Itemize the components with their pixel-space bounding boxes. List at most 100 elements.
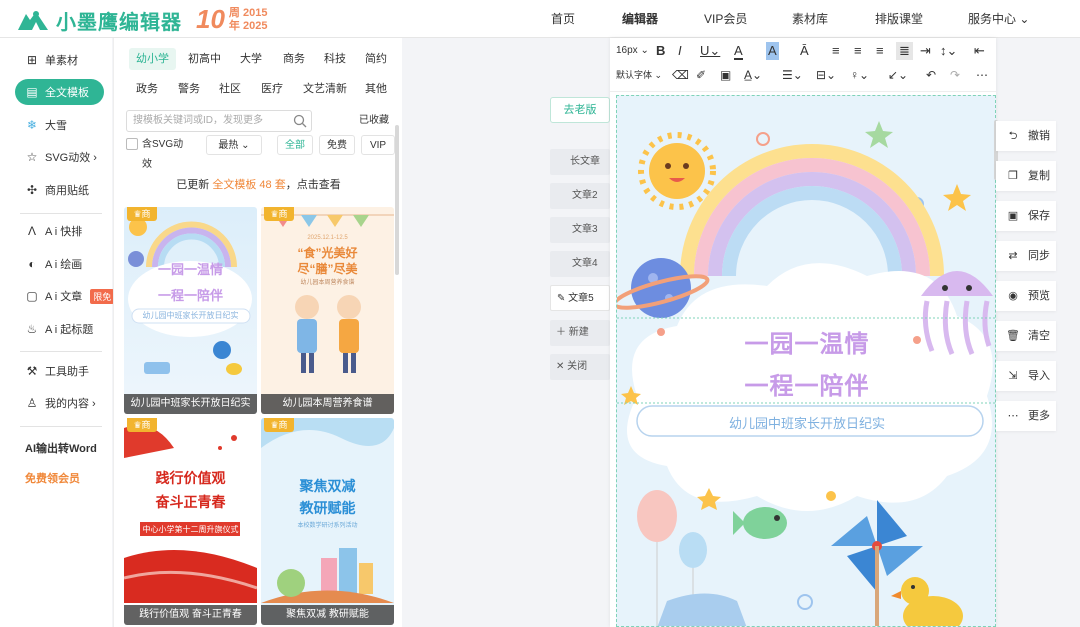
sidebar-item-free-vip[interactable]: 免费领会员 <box>25 465 115 491</box>
divider <box>20 351 102 352</box>
template-card[interactable]: 聚焦双减 教研赋能 本校数学研讨系列活动 ♛商 聚焦双减 教研赋能 <box>261 418 394 625</box>
article-canvas[interactable]: 一园一温情 一程一陪伴 幼儿园中班家长开放日纪实 <box>616 95 996 627</box>
text-spacing-icon[interactable]: A̲⌄ <box>744 66 762 84</box>
sidebar-item-single[interactable]: ⊞ 单素材 <box>25 47 115 73</box>
template-card[interactable]: 一园一温情 一程一陪伴 幼儿园中班家长开放日纪实 ♛商 幼儿园中班家长开放日纪实 <box>124 207 257 414</box>
category-primary[interactable]: 幼小学 <box>129 48 176 70</box>
import-button[interactable]: ⇲ 导入 <box>996 361 1056 391</box>
align-left-icon[interactable]: ≡ <box>832 42 840 60</box>
category-community[interactable]: 社区 <box>212 78 248 100</box>
underline-icon[interactable]: U⌄ <box>700 42 720 60</box>
category-highschool[interactable]: 初高中 <box>181 48 228 70</box>
highlight-color-icon[interactable]: A <box>766 42 779 60</box>
divider <box>20 213 102 214</box>
left-sidebar: ⊞ 单素材 ▤ 全文模板 ❄ 大雪 ☆ SVG动效 › ✣ 商用贴纸 Λ A i 快排 ◐ A… <box>0 38 115 627</box>
category-simple[interactable]: 简约 <box>358 48 394 70</box>
sidebar-item-tools[interactable]: ⚒ 工具助手 <box>25 358 115 384</box>
category-tech[interactable]: 科技 <box>317 48 353 70</box>
nav-home[interactable]: 首页 <box>551 0 575 38</box>
save-button[interactable]: ▣ 保存 <box>996 201 1056 231</box>
close-doc-button[interactable]: ✕ 关闭 <box>550 354 610 380</box>
format-painter-icon[interactable]: ✐ <box>696 66 706 84</box>
premium-badge: ♛商 <box>127 207 157 221</box>
template-card[interactable]: 2025.12.1-12.5 “食”光美好 尽“膳”尽美 幼儿园本周营养食谱 ♛… <box>261 207 394 414</box>
paragraph-spacing-icon[interactable]: ⊟⌄ <box>816 66 836 84</box>
logo[interactable]: 小墨鹰编辑器 <box>16 6 182 35</box>
filter-all[interactable]: 全部 <box>277 135 313 155</box>
category-business[interactable]: 商务 <box>276 48 312 70</box>
image-icon[interactable]: ▣ <box>720 66 731 84</box>
article-subtitle[interactable]: 幼儿园中班家长开放日纪实 <box>617 413 995 432</box>
doc-tab[interactable]: 文章4 <box>550 251 610 277</box>
filter-free[interactable]: 免费 <box>319 135 355 155</box>
template-search-input[interactable]: 搜模板关键词或ID，发现更多 <box>126 110 312 132</box>
new-doc-button[interactable]: ＋ 新建 <box>550 320 610 346</box>
export-icon[interactable]: ⇤ <box>974 42 985 60</box>
more-icon[interactable]: ⋯ <box>976 66 988 84</box>
sidebar-item-snow[interactable]: ❄ 大雪 <box>25 112 115 138</box>
nav-materials[interactable]: 素材库 <box>792 0 828 38</box>
search-icon[interactable] <box>293 114 307 128</box>
doc-tab-active[interactable]: ✎ 文章5 <box>550 285 610 311</box>
font-color-icon[interactable]: A <box>734 42 743 60</box>
link-icon[interactable]: ↙⌄ <box>888 66 908 84</box>
bold-icon[interactable]: B <box>656 42 665 60</box>
template-card[interactable]: 践行价值观 奋斗正青春 中心小学第十二周升旗仪式 ♛商 践行价值观 奋斗正青春 <box>124 418 257 625</box>
clear-format-icon[interactable]: Ā <box>800 42 809 60</box>
copy-button[interactable]: ❐ 复制 <box>996 161 1056 191</box>
article-title-line2[interactable]: 一程一陪伴 <box>617 366 995 401</box>
premium-label: 商 <box>141 209 151 219</box>
doc-tab[interactable]: 文章3 <box>550 217 610 243</box>
sidebar-item-stickers[interactable]: ✣ 商用贴纸 <box>25 177 115 203</box>
font-size-select[interactable]: 16px ⌄ <box>616 42 649 60</box>
sidebar-item-ai-article[interactable]: ▢ A i 文章 限免 <box>25 283 115 309</box>
more-button[interactable]: ⋯ 更多 <box>996 401 1056 431</box>
panel-scrollbar[interactable] <box>395 125 399 275</box>
category-medical[interactable]: 医疗 <box>254 78 290 100</box>
update-banner[interactable]: 已更新 全文模板 48 套，点击查看 <box>114 174 403 196</box>
emoji-icon[interactable]: ♀⌄ <box>850 66 869 84</box>
redo-icon[interactable]: ↷ <box>950 66 960 84</box>
nav-course[interactable]: 排版课堂 <box>875 0 923 38</box>
user-icon: ♙ <box>26 396 38 410</box>
article-title-line1[interactable]: 一园一温情 <box>617 324 995 359</box>
sidebar-item-ai-title[interactable]: ♨ A i 起标题 <box>25 316 115 342</box>
doc-tab-label: 文章5 <box>568 293 594 304</box>
preview-button[interactable]: ◉ 预览 <box>996 281 1056 311</box>
sidebar-label: 商用贴纸 <box>45 185 89 197</box>
sidebar-item-word-export[interactable]: AI输出转Word <box>25 435 115 461</box>
doc-tab[interactable]: 长文章 <box>550 149 610 175</box>
category-other[interactable]: 其他 <box>358 78 394 100</box>
collected-link[interactable]: 已收藏 <box>358 111 390 131</box>
nav-editor[interactable]: 编辑器 <box>622 0 658 38</box>
indent-icon[interactable]: ⇥ <box>920 42 931 60</box>
font-family-select[interactable]: 默认字体 ⌄ <box>616 66 662 84</box>
nav-vip[interactable]: VIP会员 <box>704 0 747 38</box>
sidebar-item-ai-draw[interactable]: ◐ A i 绘画 <box>25 251 115 277</box>
category-literary[interactable]: 文艺清新 <box>296 78 354 100</box>
sort-select[interactable]: 最热 ⌄ <box>206 135 262 155</box>
sidebar-item-ai-layout[interactable]: Λ A i 快排 <box>25 218 115 244</box>
italic-icon[interactable]: I <box>678 42 682 60</box>
category-university[interactable]: 大学 <box>233 48 269 70</box>
line-height-icon[interactable]: ↕⌄ <box>940 42 957 60</box>
sidebar-item-my-content[interactable]: ♙ 我的内容 › <box>25 390 115 416</box>
svg-checkbox[interactable] <box>126 138 138 150</box>
align-center-icon[interactable]: ≡ <box>854 42 862 60</box>
sync-button[interactable]: ⇄ 同步 <box>996 241 1056 271</box>
align-justify-icon[interactable]: ≣ <box>896 42 913 60</box>
divider-icon[interactable]: ☰⌄ <box>782 66 803 84</box>
undo-icon[interactable]: ↶ <box>926 66 936 84</box>
undo-button[interactable]: ⮌ 撤销 <box>996 121 1056 151</box>
clear-button[interactable]: 🗑 清空 <box>996 321 1056 351</box>
category-government[interactable]: 政务 <box>129 78 165 100</box>
doc-tab[interactable]: 文章2 <box>550 183 610 209</box>
filter-vip[interactable]: VIP <box>361 135 395 155</box>
sidebar-item-templates[interactable]: ▤ 全文模板 <box>15 79 104 105</box>
category-police[interactable]: 警务 <box>171 78 207 100</box>
align-right-icon[interactable]: ≡ <box>876 42 884 60</box>
old-version-button[interactable]: 去老版 <box>550 97 610 123</box>
nav-service[interactable]: 服务中心 ⌄ <box>968 0 1029 38</box>
eraser-icon[interactable]: ⌫ <box>672 66 689 84</box>
sidebar-item-svg[interactable]: ☆ SVG动效 › <box>25 144 115 170</box>
